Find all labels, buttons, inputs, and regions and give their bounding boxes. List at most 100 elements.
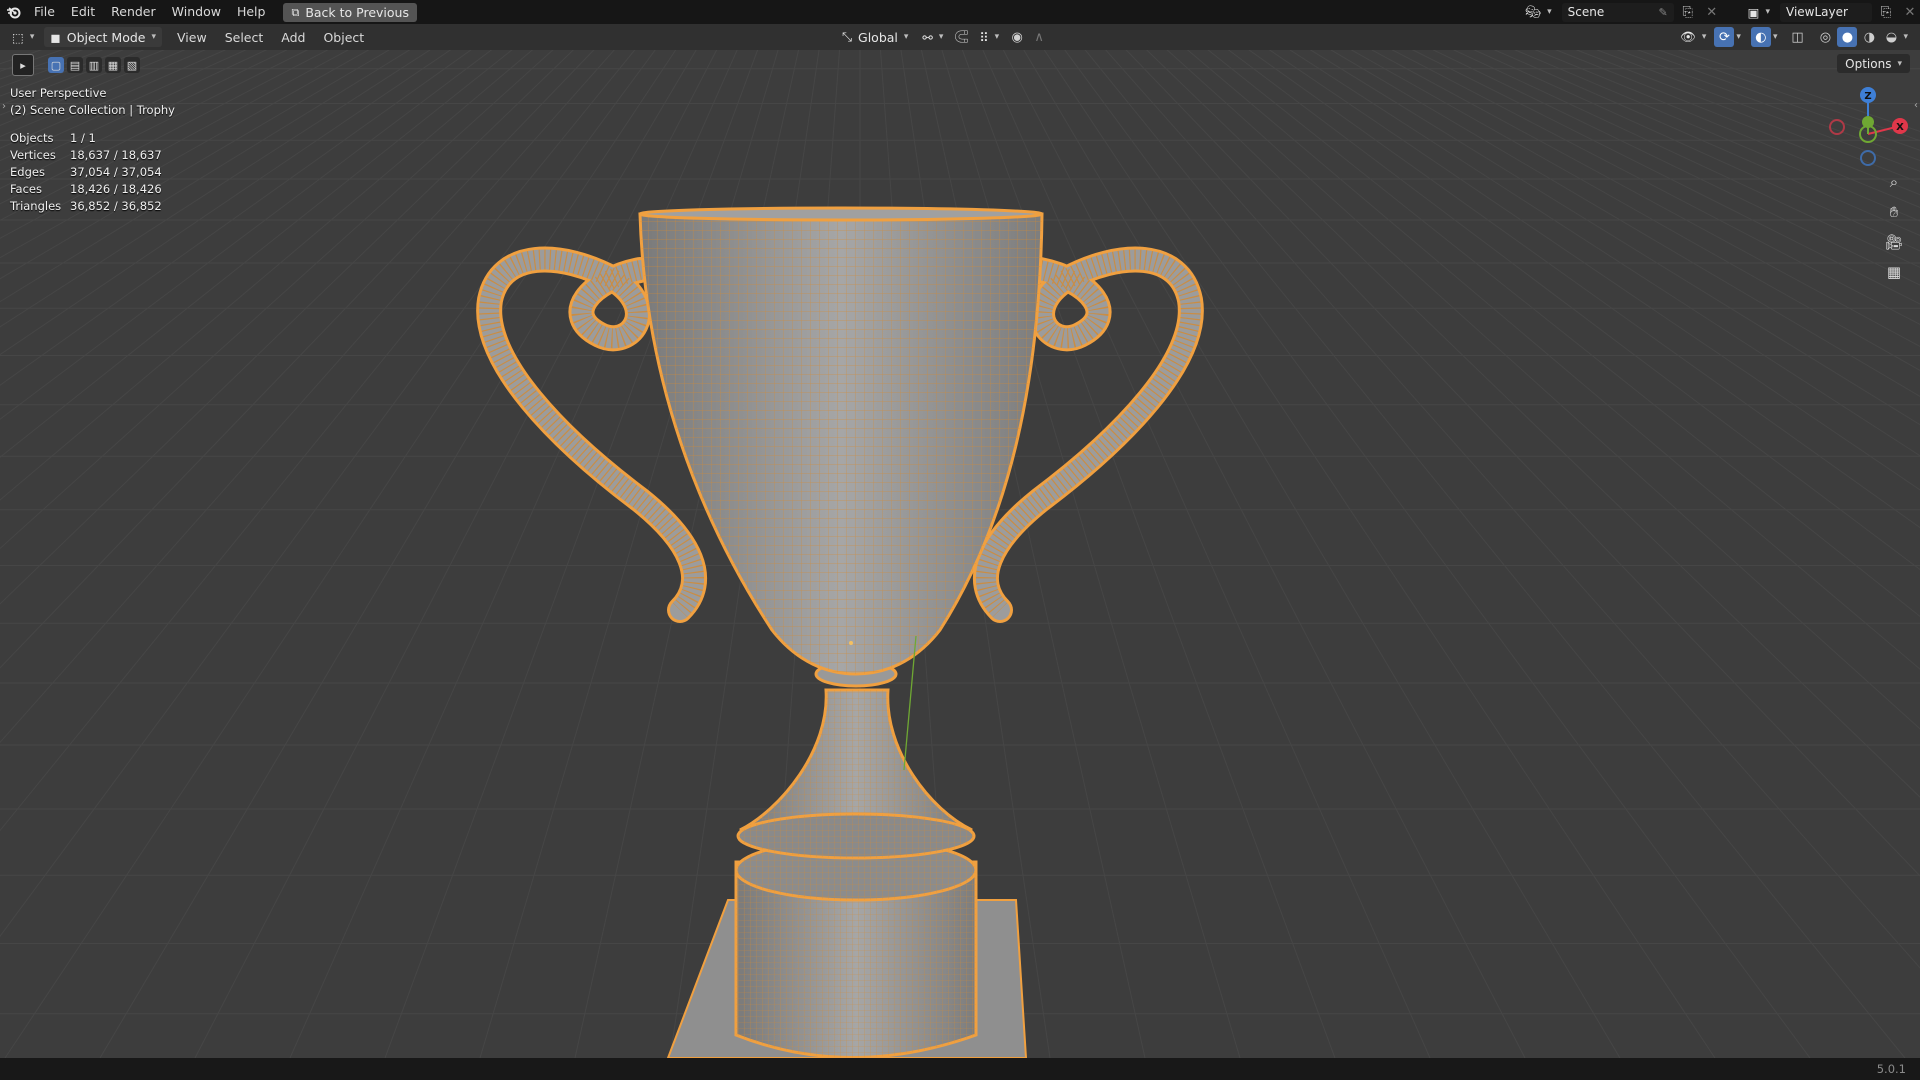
- stat-label: Edges: [10, 165, 45, 179]
- stat-label: Faces: [10, 182, 42, 196]
- close-scene-icon[interactable]: ✕: [1702, 2, 1722, 22]
- grid-line: [1248, 50, 1920, 529]
- shading-rendered-icon[interactable]: ◒: [1881, 27, 1901, 47]
- viewport-info: User Perspective (2) Scene Collection | …: [10, 86, 175, 120]
- menu-edit[interactable]: Edit: [63, 0, 103, 24]
- stat-value: 18,637 / 18,637: [70, 148, 162, 162]
- stat-label: Triangles: [10, 199, 62, 213]
- scene-field[interactable]: Scene ✎: [1561, 2, 1674, 22]
- proportional-falloff-icon[interactable]: ∧: [1029, 27, 1049, 47]
- viewport-tool-row: ▸ ▢ ▤ ▥ ▦ ▧: [12, 54, 140, 76]
- pivot-icon: ⚯: [922, 29, 933, 45]
- chevron-down-icon: ▾: [994, 32, 1000, 42]
- grid-line: [1657, 50, 1920, 142]
- gizmo-icon[interactable]: ⟳: [1714, 27, 1735, 47]
- menu-object[interactable]: Object: [314, 30, 373, 45]
- top-menu-bar: File Edit Render Window Help ⧉ Back to P…: [0, 0, 1920, 24]
- chevron-down-icon: ▾: [1897, 58, 1902, 69]
- 3d-viewport[interactable]: Z X: [0, 50, 1920, 1058]
- scene-icon: 🎭︎: [1525, 4, 1542, 19]
- menu-view[interactable]: View: [168, 30, 216, 45]
- menu-render[interactable]: Render: [103, 0, 164, 24]
- grid-line: [1452, 50, 1920, 268]
- grid-line: [1514, 50, 1920, 222]
- shading-dropdown-chevron-icon[interactable]: ▾: [1903, 32, 1908, 42]
- grid-line: [1064, 50, 1811, 1058]
- grid-line: [1473, 50, 1920, 252]
- grid-line: [1534, 50, 1920, 208]
- scene-type-dropdown[interactable]: 🎭︎ ▾: [1519, 2, 1557, 22]
- overlay-dropdown-chevron-icon[interactable]: ▾: [1773, 32, 1778, 42]
- ortho-grid-icon[interactable]: ▦: [1882, 260, 1906, 284]
- shading-wireframe-icon[interactable]: ◎: [1815, 27, 1835, 47]
- grid-line: [1493, 50, 1920, 237]
- pin-icon[interactable]: ✎: [1658, 6, 1667, 19]
- select-subtract-icon[interactable]: ▥: [86, 57, 102, 73]
- viewport-header: ⬚ ▾ ◼ Object Mode ▾ View Select Add Objec…: [0, 24, 1920, 50]
- chevron-down-icon: ▾: [1765, 7, 1770, 17]
- stat-row: Triangles 36,852 / 36,852: [10, 199, 162, 216]
- close-viewlayer-icon[interactable]: ✕: [1900, 2, 1920, 22]
- grid-line: [1146, 50, 1920, 798]
- object-mode-icon: ◼: [50, 29, 61, 45]
- pan-hand-icon[interactable]: ✋︎: [1882, 200, 1906, 224]
- gizmo-x-label[interactable]: X: [1896, 122, 1904, 133]
- scene-statistics: Objects 1 / 1 Vertices 18,637 / 18,637 Edg…: [10, 131, 162, 216]
- select-tool-icon[interactable]: ▸: [12, 54, 34, 76]
- grid-line: [1186, 50, 1920, 670]
- menu-select[interactable]: Select: [216, 30, 273, 45]
- select-invert-icon[interactable]: ▦: [105, 57, 121, 73]
- back-to-previous-button[interactable]: ⧉ Back to Previous: [283, 2, 417, 22]
- transform-orientation-icon: ⤡: [842, 29, 853, 44]
- xray-icon[interactable]: ◫: [1787, 27, 1807, 47]
- menu-file[interactable]: File: [26, 0, 63, 24]
- select-intersect-icon[interactable]: ▧: [124, 57, 140, 73]
- stat-row: Objects 1 / 1: [10, 131, 162, 148]
- pivot-dropdown[interactable]: ⚯ ▾: [916, 27, 949, 47]
- snap-target-dropdown[interactable]: ⠿ ▾: [973, 27, 1005, 47]
- options-dropdown[interactable]: Options ▾: [1837, 54, 1910, 73]
- shading-material-icon[interactable]: ◑: [1859, 27, 1879, 47]
- status-bar: 5.0.1: [0, 1058, 1920, 1080]
- snap-icon[interactable]: 🧲︎: [951, 27, 971, 47]
- select-extend-icon[interactable]: ▤: [67, 57, 83, 73]
- chevron-down-icon: ▾: [1547, 7, 1552, 17]
- new-scene-icon[interactable]: ⎘: [1678, 2, 1698, 22]
- transform-orientation-dropdown[interactable]: ⤡ Global ▾: [836, 27, 914, 47]
- stat-row: Vertices 18,637 / 18,637: [10, 148, 162, 165]
- transform-orientation-label: Global: [858, 29, 898, 45]
- menu-add[interactable]: Add: [272, 30, 314, 45]
- sidebar-toggle-icon[interactable]: ‹: [1914, 100, 1918, 111]
- version-label: 5.0.1: [1876, 1062, 1906, 1076]
- new-viewlayer-icon[interactable]: ⎘: [1876, 2, 1896, 22]
- stat-row: Edges 37,054 / 37,054: [10, 165, 162, 182]
- menu-window[interactable]: Window: [164, 0, 229, 24]
- overlay-icon[interactable]: ◐: [1750, 27, 1771, 47]
- grid-line: [1166, 50, 1920, 730]
- grid-line: [1595, 50, 1920, 172]
- view-name: User Perspective: [10, 86, 107, 100]
- grid-line: [1309, 50, 1920, 426]
- select-new-icon[interactable]: ▢: [48, 57, 64, 73]
- gizmo-z-label[interactable]: Z: [1864, 91, 1871, 102]
- visibility-dropdown[interactable]: 👁︎ ▾: [1674, 27, 1712, 47]
- menu-help[interactable]: Help: [229, 0, 274, 24]
- viewlayer-field[interactable]: ViewLayer: [1780, 2, 1872, 22]
- scene-name: Scene: [1567, 5, 1605, 19]
- shading-solid-icon[interactable]: ●: [1837, 27, 1858, 47]
- editor-type-dropdown[interactable]: ⬚ ▾: [6, 27, 40, 47]
- gizmo-dropdown-chevron-icon[interactable]: ▾: [1736, 32, 1741, 42]
- zoom-icon[interactable]: ⌕: [1882, 170, 1906, 194]
- blender-logo-icon[interactable]: [0, 6, 26, 19]
- proportional-icon[interactable]: ◉: [1007, 27, 1027, 47]
- mode-dropdown[interactable]: ◼ Object Mode ▾: [44, 27, 163, 47]
- viewlayer-icon: ▣: [1747, 4, 1760, 20]
- viewlayer-type-dropdown[interactable]: ▣ ▾: [1742, 2, 1776, 22]
- toolbar-toggle-icon[interactable]: ›: [2, 101, 6, 112]
- camera-icon[interactable]: 🎥︎: [1882, 230, 1906, 254]
- editor-type-icon: ⬚: [12, 29, 24, 45]
- back-to-previous-label: Back to Previous: [305, 4, 409, 20]
- grid-line: [1391, 50, 1920, 325]
- stat-label: Vertices: [10, 148, 56, 162]
- trophy-object[interactable]: [476, 206, 1204, 1058]
